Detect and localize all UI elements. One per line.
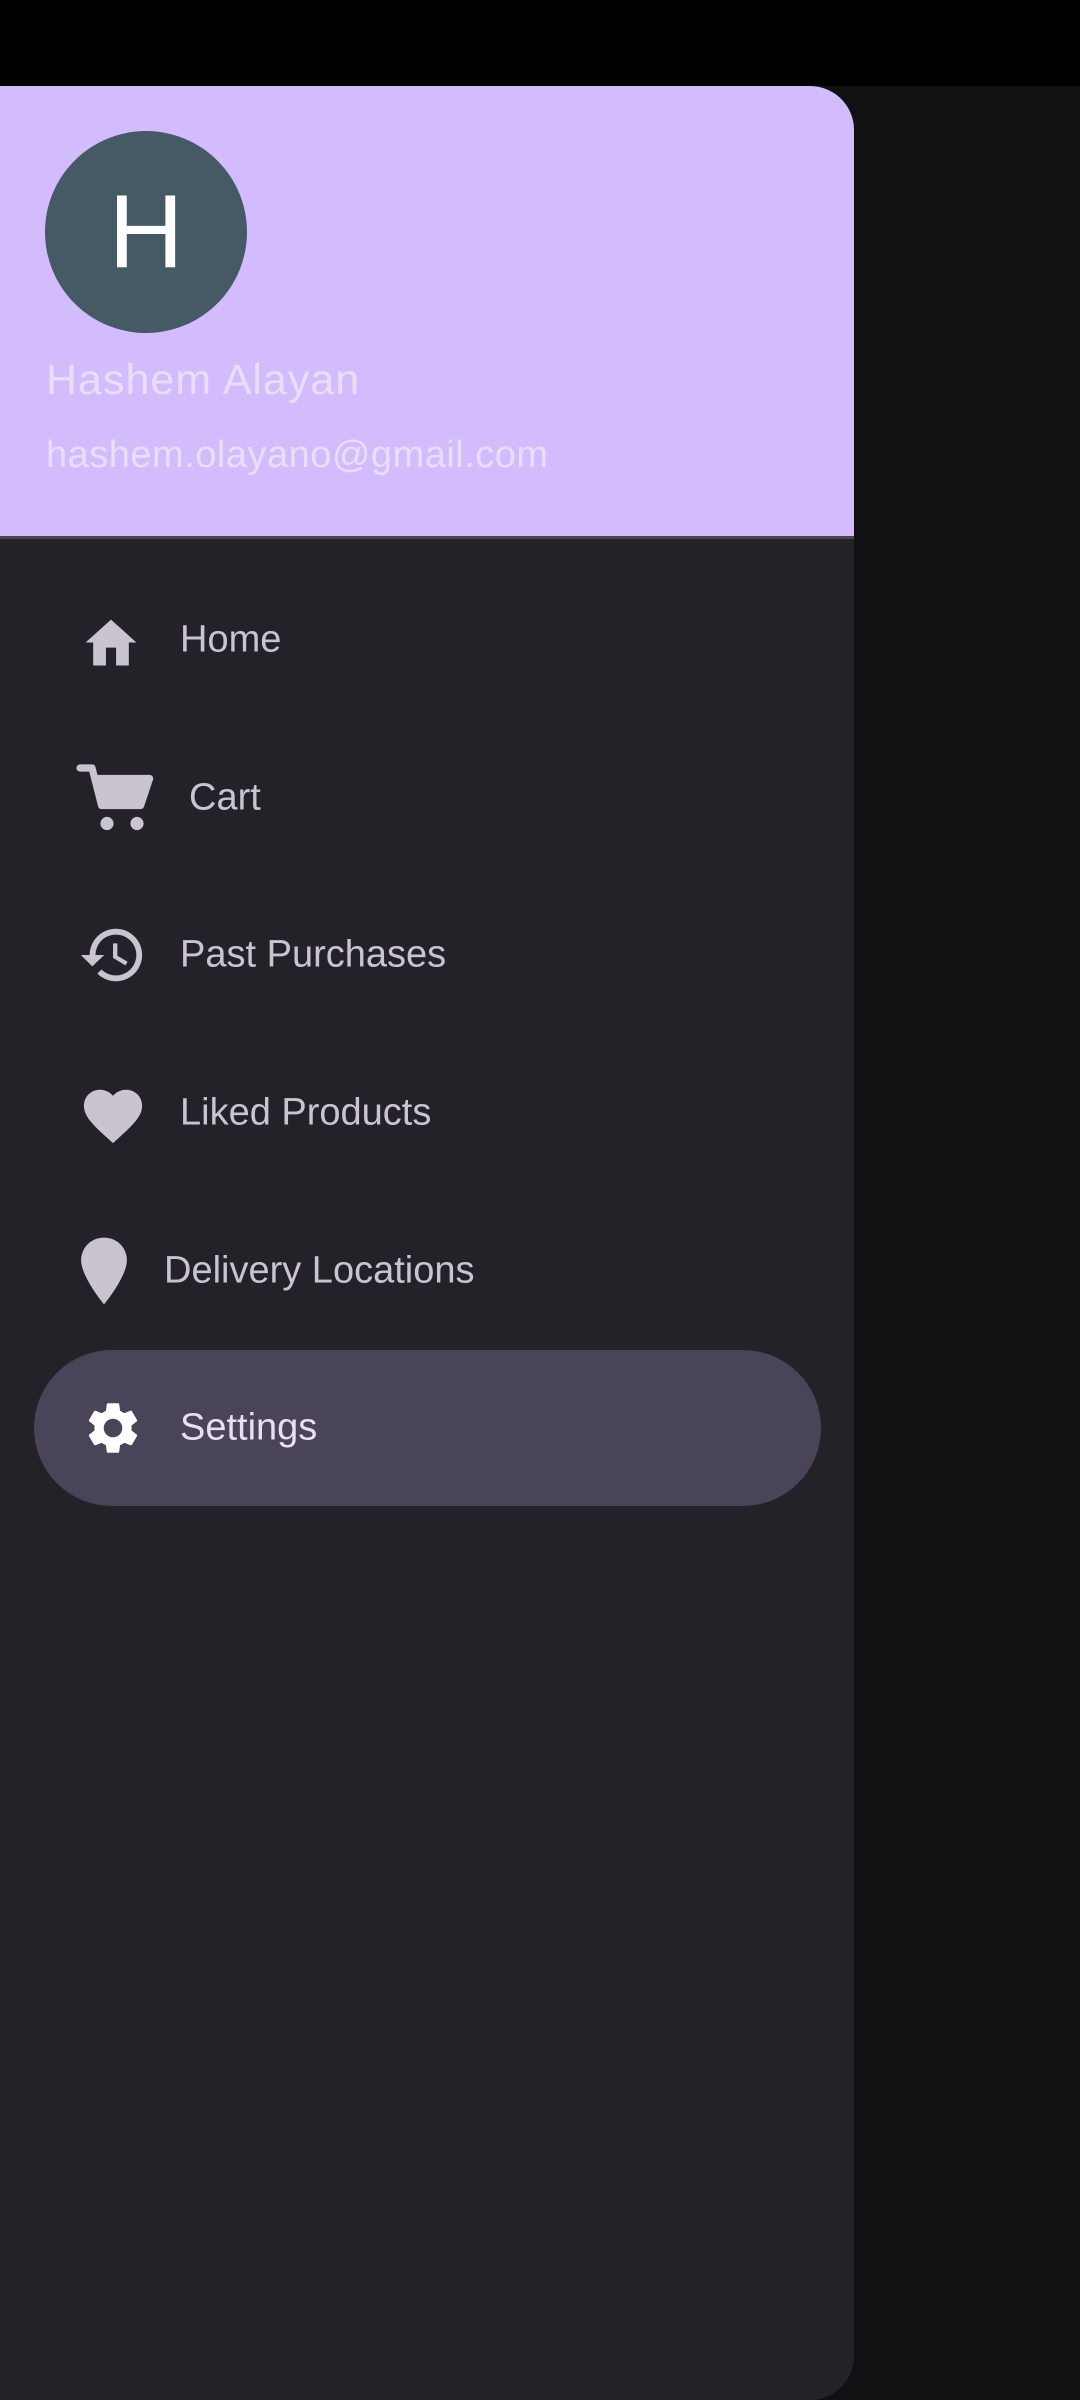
nav-item-label: Liked Products [180, 1091, 432, 1134]
navigation-drawer: H Hashem Alayan hashem.olayano@gmail.com… [0, 86, 854, 2400]
nav-item-label: Delivery Locations [164, 1249, 475, 1292]
status-bar [0, 0, 1080, 86]
home-icon [80, 612, 142, 668]
gear-icon [82, 1397, 144, 1459]
nav-item-past-purchases[interactable]: Past Purchases [34, 877, 821, 1033]
nav-item-home[interactable]: Home [34, 562, 821, 718]
nav-item-settings[interactable]: Settings [34, 1350, 821, 1506]
drawer-header: H Hashem Alayan hashem.olayano@gmail.com [0, 86, 854, 539]
nav-item-delivery-locations[interactable]: Delivery Locations [34, 1193, 821, 1349]
avatar[interactable]: H [45, 131, 247, 333]
account-email: hashem.olayano@gmail.com [46, 434, 549, 476]
avatar-initial: H [108, 173, 184, 290]
history-icon [78, 920, 148, 990]
nav-item-label: Past Purchases [180, 933, 447, 976]
nav-item-label: Settings [180, 1406, 318, 1449]
nav-item-label: Cart [189, 776, 261, 819]
heart-icon [78, 1081, 148, 1145]
nav-item-cart[interactable]: Cart [34, 720, 821, 876]
location-pin-icon [78, 1236, 130, 1306]
account-name: Hashem Alayan [46, 356, 361, 404]
nav-item-label: Home [180, 618, 282, 661]
nav-item-liked-products[interactable]: Liked Products [34, 1035, 821, 1191]
cart-icon [76, 762, 156, 834]
